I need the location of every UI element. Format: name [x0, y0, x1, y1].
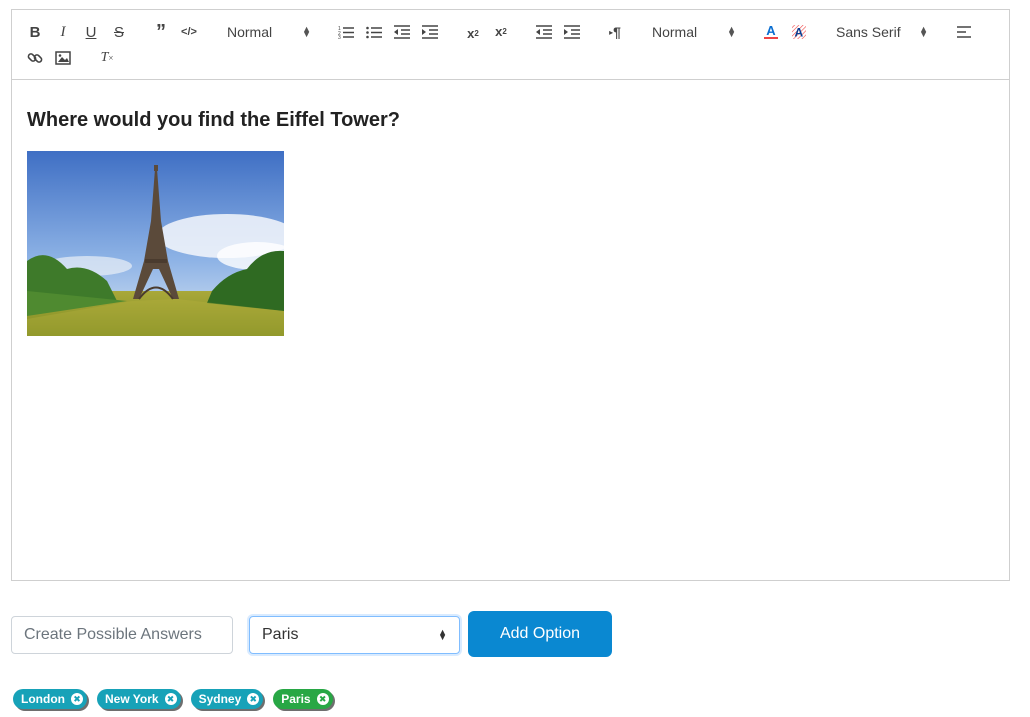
remove-tag-icon[interactable]: ✖: [164, 693, 177, 705]
rich-text-editor[interactable]: B I U S ” </> Normal ▲ ▼ 123 x2 x2 ▸ ¶ N…: [11, 9, 1010, 581]
add-option-button[interactable]: Add Option: [468, 611, 612, 657]
header-select[interactable]: Normal ▲ ▼: [227, 22, 311, 42]
indent-increase-icon[interactable]: [422, 22, 438, 42]
correct-answer-select[interactable]: Paris ▲ ▼: [249, 616, 460, 654]
answer-tag-label: New York: [104, 692, 159, 706]
correct-answer-select-value: Paris: [262, 626, 299, 643]
select-arrows-icon: ▲ ▼: [302, 24, 311, 39]
text-color-icon[interactable]: A: [763, 22, 779, 42]
svg-text:3: 3: [338, 35, 341, 39]
blockquote-icon[interactable]: ”: [153, 21, 169, 43]
clear-format-icon[interactable]: T ×: [98, 48, 116, 68]
remove-tag-icon[interactable]: ✖: [247, 693, 260, 705]
size-select[interactable]: Normal ▲ ▼: [652, 22, 736, 42]
font-select[interactable]: Sans Serif ▲ ▼: [836, 22, 928, 42]
bold-icon[interactable]: B: [28, 22, 42, 42]
subscript-icon[interactable]: x2: [464, 23, 482, 43]
size-select-value: Normal: [652, 24, 698, 40]
image-icon[interactable]: [55, 48, 71, 68]
eiffel-tower-image: [27, 151, 284, 336]
answer-tag: New York ✖: [96, 689, 181, 709]
answer-tag: Paris ✖: [273, 689, 333, 709]
remove-tag-icon[interactable]: ✖: [70, 693, 83, 705]
answer-tag-label: Sydney: [198, 692, 242, 706]
ordered-list-icon[interactable]: 123: [338, 22, 354, 42]
answer-tags: London ✖ New York ✖ Sydney ✖ Paris ✖: [13, 689, 343, 709]
remove-tag-icon[interactable]: ✖: [316, 693, 329, 705]
align-icon[interactable]: [957, 22, 973, 42]
bullet-list-icon[interactable]: [366, 22, 382, 42]
header-select-value: Normal: [227, 24, 273, 40]
select-arrows-icon: ▲ ▼: [727, 24, 736, 39]
indent-icon[interactable]: [564, 22, 580, 42]
font-select-value: Sans Serif: [836, 24, 901, 40]
background-color-icon[interactable]: A: [791, 22, 807, 42]
italic-icon[interactable]: I: [56, 22, 70, 42]
select-arrows-icon: ▲ ▼: [438, 627, 447, 642]
outdent-icon[interactable]: [536, 22, 552, 42]
superscript-icon[interactable]: x2: [492, 21, 510, 41]
answer-tag-label: London: [21, 692, 65, 706]
code-icon[interactable]: </>: [181, 22, 197, 42]
answer-tag-label: Paris: [281, 692, 311, 706]
link-icon[interactable]: [27, 48, 43, 68]
indent-decrease-icon[interactable]: [394, 22, 410, 42]
svg-text:A: A: [795, 26, 804, 40]
answer-input[interactable]: [11, 616, 233, 654]
answer-tag: Sydney ✖: [190, 689, 264, 709]
question-heading[interactable]: Where would you find the Eiffel Tower?: [27, 109, 400, 132]
rtl-direction-icon[interactable]: ▸ ¶: [606, 22, 624, 42]
underline-icon[interactable]: U: [84, 22, 98, 42]
select-arrows-icon: ▲ ▼: [919, 24, 928, 39]
strike-icon[interactable]: S: [112, 22, 126, 42]
editor-toolbar: B I U S ” </> Normal ▲ ▼ 123 x2 x2 ▸ ¶ N…: [12, 10, 1009, 80]
answer-tag: London ✖: [13, 689, 87, 709]
